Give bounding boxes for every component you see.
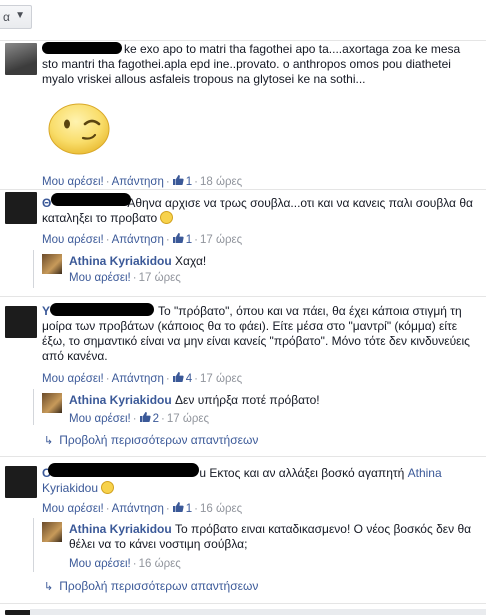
timestamp[interactable]: 17 ώρες	[139, 272, 181, 284]
comments-header: α ▼	[0, 0, 486, 40]
like-button[interactable]: Μου αρέσει!	[42, 176, 104, 188]
comment-actions: Μου αρέσει! · Απάντηση · 4 · 17 ώρες	[42, 372, 243, 385]
reply-thread-line	[33, 250, 34, 288]
commenter-name[interactable]: Θ	[42, 196, 51, 210]
timestamp[interactable]: 17 ώρες	[167, 413, 209, 425]
avatar[interactable]	[42, 254, 62, 274]
reply-arrow-icon: ↳	[44, 435, 54, 447]
reply-author-name[interactable]: Athina Kyriakidou	[69, 393, 172, 407]
view-more-replies-link[interactable]: ↳ Προβολή περισσότερων απαντήσεων	[44, 579, 258, 593]
timestamp[interactable]: 16 ώρες	[200, 503, 242, 515]
reply-author-name[interactable]: Athina Kyriakidou	[69, 522, 172, 536]
like-count[interactable]: 4	[172, 372, 192, 385]
avatar[interactable]	[5, 306, 37, 338]
redacted-name	[48, 463, 199, 477]
thumbs-up-icon	[172, 233, 184, 243]
avatar[interactable]	[42, 393, 62, 413]
comment-actions: Μου αρέσει! · Απάντηση · 1 · 17 ώρες	[42, 233, 243, 246]
avatar[interactable]	[42, 522, 62, 542]
thumbs-up-icon	[172, 175, 184, 185]
divider	[0, 189, 486, 190]
reply-button[interactable]: Απάντηση	[112, 373, 164, 385]
like-button[interactable]: Μου αρέσει!	[42, 234, 104, 246]
like-button[interactable]: Μου αρέσει!	[69, 558, 131, 570]
redacted-name	[50, 303, 154, 316]
smile-emoji-icon	[160, 211, 174, 224]
reply-button[interactable]: Απάντηση	[112, 176, 164, 188]
reply-actions: Μου αρέσει! · 16 ώρες	[69, 558, 181, 570]
comment-actions: Μου αρέσει! · Απάντηση · 1 · 16 ώρες	[42, 502, 243, 515]
reply-text: Χαχα!	[175, 254, 207, 268]
smile-emoji-icon	[101, 481, 115, 494]
like-button[interactable]: Μου αρέσει!	[42, 373, 104, 385]
commenter-name[interactable]: Y	[42, 304, 50, 318]
like-button[interactable]: Μου αρέσει!	[42, 503, 104, 515]
like-count[interactable]: 1	[172, 175, 192, 188]
reply-body: Athina Kyriakidou Το πρόβατο ειναι καταδ…	[69, 522, 479, 552]
divider	[0, 603, 486, 604]
comment-actions: Μου αρέσει! · Απάντηση · 1 · 18 ώρες	[42, 175, 243, 188]
reply-button[interactable]: Απάντηση	[112, 234, 164, 246]
timestamp[interactable]: 16 ώρες	[139, 558, 181, 570]
like-count[interactable]: 1	[172, 233, 192, 246]
like-count[interactable]: 2	[139, 412, 159, 425]
divider	[0, 456, 486, 457]
redacted-name	[51, 193, 131, 206]
thumbs-up-icon	[172, 372, 184, 382]
avatar[interactable]	[5, 43, 37, 75]
thumbs-up-icon	[139, 412, 151, 422]
divider	[0, 40, 486, 41]
sort-dropdown[interactable]: α ▼	[0, 5, 32, 29]
timestamp[interactable]: 17 ώρες	[200, 373, 242, 385]
chevron-down-icon: ▼	[15, 10, 25, 21]
reply-thread-line	[33, 389, 34, 425]
avatar[interactable]	[5, 192, 37, 224]
like-button[interactable]: Μου αρέσει!	[69, 413, 131, 425]
reply-actions: Μου αρέσει! · 2 · 17 ώρες	[69, 412, 210, 425]
reply-body: Athina Kyriakidou Δεν υπήρξα ποτέ πρόβατ…	[69, 393, 469, 408]
sort-dropdown-label: α	[3, 10, 10, 24]
reply-thread-line	[33, 518, 34, 572]
timestamp[interactable]: 18 ώρες	[200, 176, 242, 188]
reply-body: Athina Kyriakidou Χαχα!	[69, 254, 469, 269]
reply-text: Δεν υπήρξα ποτέ πρόβατο!	[175, 393, 320, 407]
like-count[interactable]: 1	[172, 502, 192, 515]
timestamp[interactable]: 17 ώρες	[200, 234, 242, 246]
comment-text: u Εκτος και αν αλλάξει βοσκό αγαπητή	[199, 466, 405, 480]
avatar[interactable]	[5, 466, 37, 498]
thumbs-up-icon	[172, 502, 184, 512]
reply-arrow-icon: ↳	[44, 581, 54, 593]
view-more-replies-link[interactable]: ↳ Προβολή περισσότερων απαντήσεων	[44, 433, 258, 447]
wink-sticker-icon	[48, 103, 110, 155]
next-comment-edge	[30, 609, 486, 615]
divider	[0, 296, 486, 297]
like-button[interactable]: Μου αρέσει!	[69, 272, 131, 284]
comment-text: ke exo apo to matri tha fagothei apo ta.…	[42, 42, 461, 86]
reply-author-name[interactable]: Athina Kyriakidou	[69, 254, 172, 268]
reply-button[interactable]: Απάντηση	[112, 503, 164, 515]
reply-actions: Μου αρέσει! · 17 ώρες	[69, 272, 181, 284]
